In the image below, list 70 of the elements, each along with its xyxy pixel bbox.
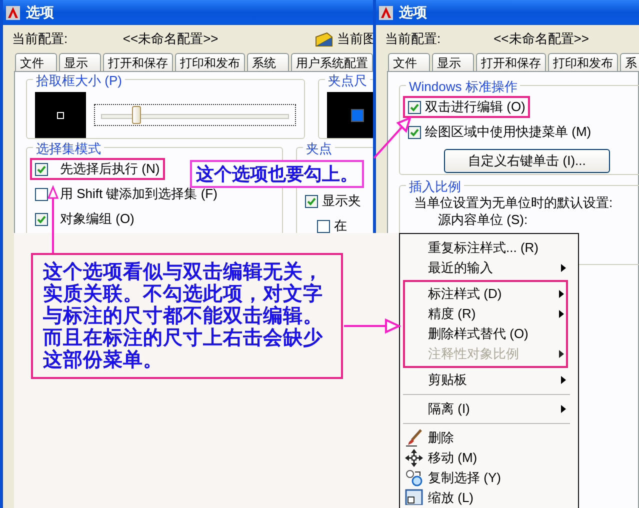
checkbox[interactable] — [317, 220, 330, 232]
checkbox[interactable] — [305, 194, 318, 208]
menu-item[interactable]: 复制选择 (Y) — [400, 468, 578, 488]
menu-item[interactable]: 精度 (R) — [405, 304, 566, 324]
checkbox[interactable] — [35, 188, 48, 200]
submenu-arrow-icon — [561, 376, 566, 384]
group-title: 拾取框大小 (P) — [33, 72, 125, 90]
menu-item[interactable]: 删除 — [400, 428, 578, 448]
submenu-arrow-icon — [561, 264, 566, 272]
menu-item[interactable]: 最近的输入 — [400, 258, 578, 278]
window-title: 选项 — [26, 4, 54, 22]
option-label: 双击进行编辑 (O) — [425, 98, 526, 116]
tab[interactable]: 显示 — [59, 53, 101, 71]
brush-icon — [405, 429, 423, 447]
option-label: 显示夹 — [322, 192, 361, 210]
slider-thumb[interactable] — [132, 106, 142, 124]
customize-button[interactable]: 自定义右键单击 (I)... — [444, 149, 610, 173]
submenu-arrow-icon — [559, 350, 564, 358]
callout: 这个选项也要勾上。 — [190, 160, 364, 188]
checkbox[interactable] — [35, 212, 48, 226]
group-title: 选择集模式 — [33, 140, 104, 158]
checkbox[interactable] — [408, 100, 421, 114]
option-label: 绘图区域中使用快捷菜单 (M) — [425, 123, 592, 141]
menu-item[interactable]: 剪贴板 — [400, 370, 578, 390]
callout: 这个选项看似与双击编辑无关，实质关联。不勾选此项，对文字与标注的尺寸都不能双击编辑。而且在标注的尺寸上右击会缺少这部份菜单。 — [31, 253, 343, 379]
group-title: Windows 标准操作 — [406, 78, 520, 96]
tab[interactable]: 打印和发布 — [548, 53, 618, 71]
option-label: 在 — [334, 217, 347, 235]
note-text: 当单位设置为无单位时的默认设置: — [414, 195, 614, 210]
group-title: 夹点尺 — [325, 72, 370, 90]
move-icon — [405, 449, 423, 467]
group-title: 插入比例 — [406, 178, 464, 196]
slider[interactable] — [94, 104, 296, 126]
tab[interactable]: 文件 — [15, 53, 57, 71]
grip-preview — [327, 92, 376, 138]
menu-item[interactable]: 标注样式 (D) — [405, 284, 566, 304]
field-label: 源内容单位 (S): — [438, 212, 529, 227]
option-label: 先选择后执行 (N) — [60, 160, 160, 178]
profile-value: <<未命名配置>> — [494, 30, 590, 48]
checkbox[interactable] — [35, 162, 48, 176]
menu-item[interactable]: 重复标注样式... (R) — [400, 238, 578, 258]
tab[interactable]: 用户系统配置 — [291, 53, 373, 71]
copy-icon — [405, 469, 423, 487]
app-icon — [6, 6, 20, 20]
profile-value: <<未命名配置>> — [122, 30, 220, 48]
checkbox[interactable] — [408, 126, 421, 138]
profile-label: 当前配置: — [385, 30, 442, 48]
tab[interactable]: 打印和发布 — [175, 53, 245, 71]
app-icon — [379, 6, 393, 20]
profile-label: 当前配置: — [12, 30, 69, 48]
pickbox-preview — [35, 92, 86, 138]
menu-item[interactable]: 删除样式替代 (O) — [405, 324, 566, 344]
tab[interactable]: 打开和保存 — [476, 53, 546, 71]
submenu-arrow-icon — [559, 310, 564, 318]
menu-item[interactable]: 隔离 (I) — [400, 399, 578, 419]
group-title: 夹点 — [303, 140, 335, 158]
drawing-icon — [315, 31, 333, 47]
scale-icon — [405, 489, 423, 505]
option-label: 对象编组 (O) — [60, 210, 134, 228]
window-title: 选项 — [399, 4, 427, 22]
submenu-arrow-icon — [561, 405, 566, 413]
tab[interactable]: 系 — [620, 53, 639, 71]
menu-item[interactable]: 缩放 (L) — [400, 488, 578, 508]
menu-item[interactable]: 移动 (M) — [400, 448, 578, 468]
submenu-arrow-icon — [559, 290, 564, 298]
tab[interactable]: 系统 — [247, 53, 289, 71]
option-label: 用 Shift 键添加到选择集 (F) — [60, 185, 218, 203]
tab[interactable]: 文件 — [388, 53, 430, 71]
tab[interactable]: 显示 — [432, 53, 474, 71]
tab[interactable]: 打开和保存 — [103, 53, 173, 71]
